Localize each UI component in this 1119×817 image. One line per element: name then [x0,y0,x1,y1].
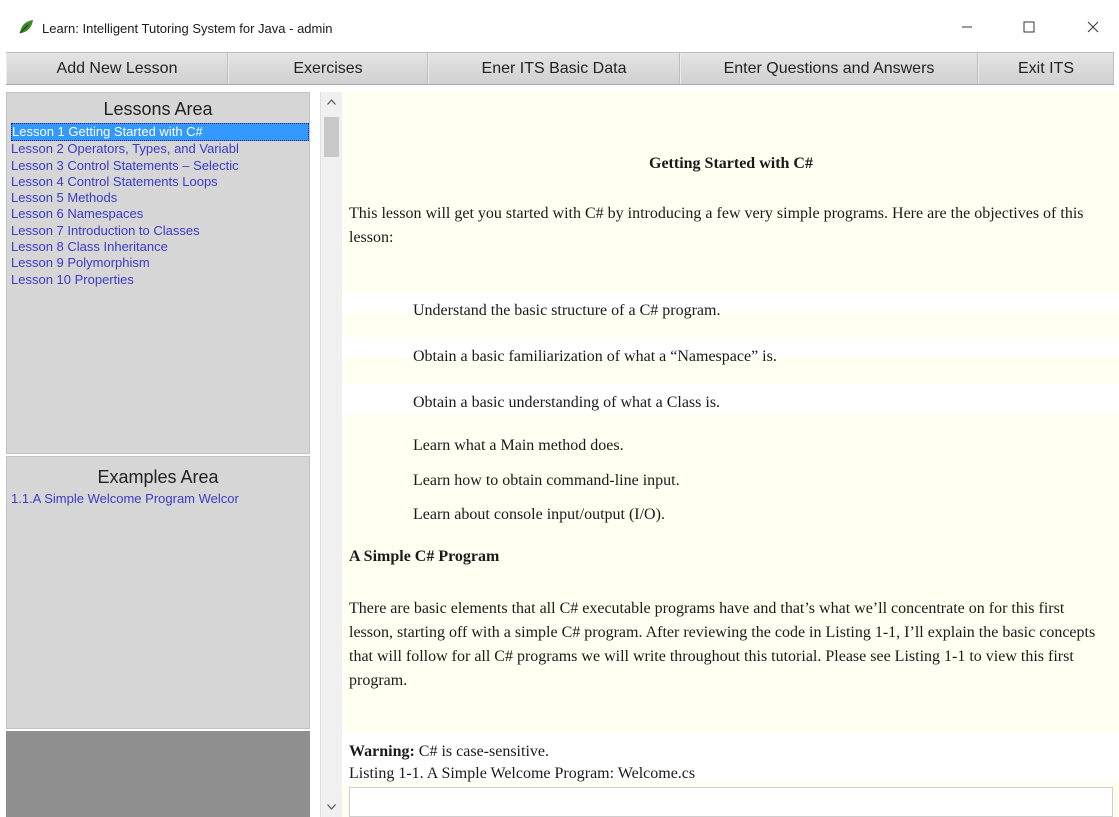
lessons-area-title: Lessons Area [103,99,213,119]
lesson-item[interactable]: Lesson 1 Getting Started with C# [11,123,309,142]
lesson-item[interactable]: Lesson 6 Namespaces [11,206,309,222]
main-toolbar: Add New Lesson Exercises Ener ITS Basic … [6,52,1114,85]
warning-line: Warning: C# is case-sensitive. [349,740,1107,764]
title-bar: Learn: Intelligent Tutoring System for J… [0,0,1119,52]
intro-paragraph: This lesson will get you started with C#… [349,205,1084,246]
lesson-content: Getting Started with C# This lesson will… [343,92,1119,817]
lesson-item[interactable]: Lesson 8 Class Inheritance [11,239,309,255]
lesson-item[interactable]: Lesson 5 Methods [11,190,309,206]
lesson-item[interactable]: Lesson 9 Polymorphism [11,255,309,271]
lesson-item[interactable]: Lesson 2 Operators, Types, and Variabl [11,141,309,157]
leaf-app-icon [19,20,33,34]
listing-caption: Listing 1-1. A Simple Welcome Program: W… [349,765,696,782]
lesson-item[interactable]: Lesson 4 Control Statements Loops [11,174,309,190]
lesson-list: Lesson 1 Getting Started with C# Lesson … [7,123,309,288]
enter-questions-button[interactable]: Enter Questions and Answers [680,53,978,84]
content-scrollbar[interactable] [320,92,342,817]
section-paragraph: There are basic elements that all C# exe… [349,600,1096,689]
exercises-button[interactable]: Exercises [228,53,428,84]
add-new-lesson-button[interactable]: Add New Lesson [6,53,228,84]
example-item[interactable]: 1.1.A Simple Welcome Program Welcor [7,491,305,506]
examples-panel: Examples Area 1.1.A Simple Welcome Progr… [6,456,310,729]
close-icon[interactable] [1070,12,1116,42]
empty-panel [6,731,310,817]
lessons-panel: Lessons Area Lesson 1 Getting Started wi… [6,92,310,454]
lesson-item[interactable]: Lesson 7 Introduction to Classes [11,223,309,239]
scroll-up-icon[interactable] [321,92,342,112]
scroll-down-icon[interactable] [321,797,342,817]
examples-area-title: Examples Area [97,467,219,487]
warning-label: Warning: [349,743,415,760]
exit-its-button[interactable]: Exit ITS [978,53,1114,84]
minimize-icon[interactable] [944,12,990,42]
enter-basic-data-button[interactable]: Ener ITS Basic Data [428,53,680,84]
objective-item: Understand the basic structure of a C# p… [413,302,721,319]
lesson-item[interactable]: Lesson 10 Properties [11,272,309,288]
objective-item: Learn about console input/output (I/O). [413,506,665,523]
warning-text: C# is case-sensitive. [414,743,549,760]
code-listing-box [349,787,1113,817]
objective-item: Obtain a basic familiarization of what a… [413,348,777,365]
section-title: A Simple C# Program [349,548,500,565]
lesson-item[interactable]: Lesson 3 Control Statements – Selectic [11,158,309,174]
window-title: Learn: Intelligent Tutoring System for J… [42,21,333,36]
scroll-thumb[interactable] [324,117,339,157]
objective-item: Learn what a Main method does. [413,437,624,454]
lesson-heading: Getting Started with C# [649,155,813,172]
objective-item: Obtain a basic understanding of what a C… [413,394,721,411]
objective-item: Learn how to obtain command-line input. [413,472,680,489]
maximize-icon[interactable] [1006,12,1052,42]
